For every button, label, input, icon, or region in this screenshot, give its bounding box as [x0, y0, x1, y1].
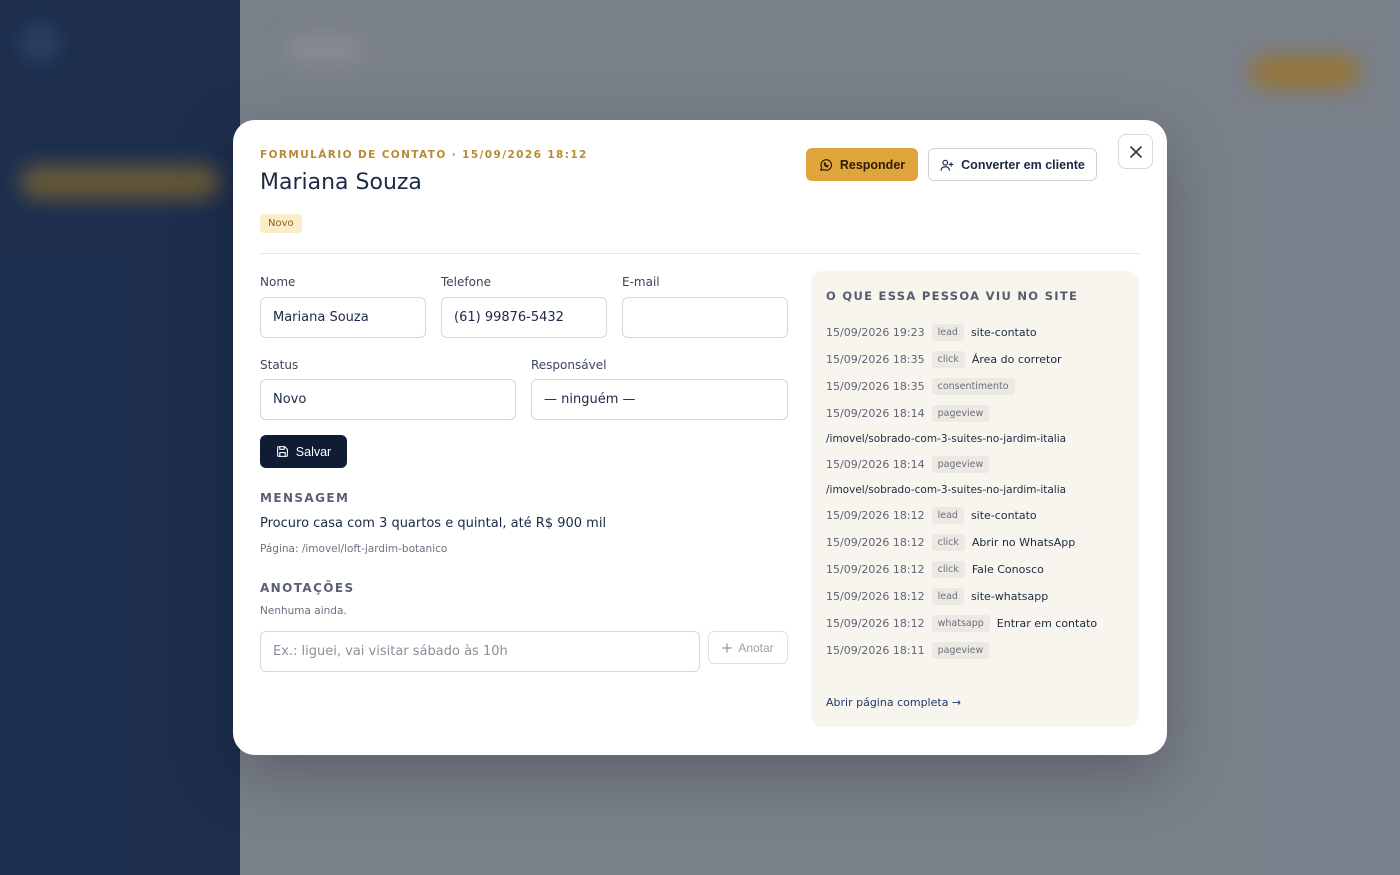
activity-tag: lead — [931, 324, 964, 341]
activity-row: 15/09/2026 18:12 click Fale Conosco — [826, 556, 1136, 583]
activity-label: Entrar em contato — [996, 617, 1098, 630]
activity-label: Área do corretor — [971, 353, 1062, 366]
activity-row: 15/09/2026 18:14 pageview — [826, 451, 1136, 478]
activity-row: 15/09/2026 18:35 consentimento — [826, 373, 1136, 400]
add-note-button[interactable]: Anotar — [708, 631, 788, 664]
modal-title: Mariana Souza — [260, 170, 422, 195]
lead-detail-modal: FORMULÁRIO DE CONTATO · 15/09/2026 18:12… — [233, 120, 1167, 755]
activity-row: 15/09/2026 18:14 pageview — [826, 400, 1136, 427]
activity-time: 15/09/2026 18:12 — [826, 590, 925, 603]
activity-tag: click — [931, 561, 965, 578]
phone-input[interactable] — [454, 310, 594, 325]
activity-row: 15/09/2026 18:12 lead site-whatsapp — [826, 583, 1136, 610]
activity-row: 15/09/2026 18:11 pageview — [826, 637, 1136, 664]
message-heading: MENSAGEM — [260, 491, 350, 505]
activity-row: 15/09/2026 18:12 click Abrir no WhatsApp — [826, 529, 1136, 556]
activity-tag: pageview — [931, 456, 990, 473]
activity-row: 15/09/2026 18:35 click Área do corretor — [826, 346, 1136, 373]
close-modal-button[interactable] — [1118, 134, 1153, 169]
owner-select[interactable]: — ninguém — — [531, 379, 788, 420]
name-label: Nome — [260, 275, 296, 289]
notes-heading: ANOTAÇÕES — [260, 581, 355, 595]
activity-tag: consentimento — [931, 378, 1015, 395]
activity-label: site-contato — [970, 326, 1037, 339]
reply-label: Responder — [839, 157, 906, 172]
activity-time: 15/09/2026 18:12 — [826, 617, 925, 630]
email-label: E-mail — [622, 275, 660, 289]
notes-empty: Nenhuma ainda. — [260, 605, 347, 617]
add-note-label: Anotar — [738, 640, 774, 655]
activity-path: /imovel/sobrado-com-3-suites-no-jardim-i… — [826, 484, 1067, 496]
whatsapp-icon — [819, 158, 833, 172]
activity-label: Abrir no WhatsApp — [971, 536, 1076, 549]
status-select-value: Novo — [273, 392, 307, 407]
status-badge: Novo — [260, 214, 302, 233]
phone-field[interactable] — [441, 297, 607, 338]
status-label: Status — [260, 358, 299, 372]
activity-time: 15/09/2026 19:23 — [826, 326, 925, 339]
email-field[interactable] — [622, 297, 788, 338]
site-activity-panel: O QUE ESSA PESSOA VIU NO SITE 15/09/2026… — [811, 271, 1139, 727]
activity-tag: pageview — [931, 642, 990, 659]
close-icon — [1129, 145, 1142, 158]
status-select[interactable]: Novo — [260, 379, 516, 420]
activity-tag: click — [931, 351, 965, 368]
reply-whatsapp-button[interactable]: Responder — [806, 148, 918, 181]
activity-label: Fale Conosco — [971, 563, 1044, 576]
convert-label: Converter em cliente — [961, 157, 1085, 172]
save-label: Salvar — [295, 444, 332, 459]
name-field[interactable] — [260, 297, 426, 338]
name-input[interactable] — [273, 310, 413, 325]
activity-time: 15/09/2026 18:12 — [826, 509, 925, 522]
message-page: Página: /imovel/loft-jardim-botanico — [260, 543, 448, 555]
activity-label: site-contato — [970, 509, 1037, 522]
activity-time: 15/09/2026 18:14 — [826, 458, 925, 471]
open-full-page-link[interactable]: Abrir página completa → — [826, 696, 961, 709]
activity-time: 15/09/2026 18:14 — [826, 407, 925, 420]
activity-time: 15/09/2026 18:12 — [826, 536, 925, 549]
activity-row: 15/09/2026 18:12 whatsapp Entrar em contat… — [826, 610, 1136, 637]
activity-time: 15/09/2026 18:35 — [826, 353, 925, 366]
email-input[interactable] — [635, 310, 775, 325]
activity-tag: click — [931, 534, 965, 551]
phone-label: Telefone — [441, 275, 491, 289]
save-button[interactable]: Salvar — [260, 435, 347, 468]
user-plus-icon — [940, 158, 954, 172]
plus-icon — [722, 642, 733, 653]
owner-select-value: — ninguém — — [544, 392, 636, 407]
activity-tag: pageview — [931, 405, 990, 422]
activity-tag: lead — [931, 507, 964, 524]
header-divider — [260, 253, 1140, 254]
message-text: Procuro casa com 3 quartos e quintal, at… — [260, 516, 607, 531]
note-input[interactable] — [273, 644, 687, 659]
owner-label: Responsável — [531, 358, 607, 372]
activity-row: 15/09/2026 19:23 lead site-contato — [826, 319, 1136, 346]
convert-to-client-button[interactable]: Converter em cliente — [928, 148, 1097, 181]
activity-tag: lead — [931, 588, 964, 605]
activity-tag: whatsapp — [931, 615, 990, 632]
activity-time: 15/09/2026 18:35 — [826, 380, 925, 393]
activity-list: 15/09/2026 19:23 lead site-contato 15/09/20… — [826, 319, 1136, 664]
note-field[interactable] — [260, 631, 700, 672]
activity-path: /imovel/sobrado-com-3-suites-no-jardim-i… — [826, 433, 1067, 445]
modal-eyebrow: FORMULÁRIO DE CONTATO · 15/09/2026 18:12 — [260, 149, 588, 161]
activity-heading: O QUE ESSA PESSOA VIU NO SITE — [826, 289, 1079, 303]
save-icon — [276, 445, 289, 458]
activity-time: 15/09/2026 18:12 — [826, 563, 925, 576]
activity-time: 15/09/2026 18:11 — [826, 644, 925, 657]
activity-label: site-whatsapp — [970, 590, 1049, 603]
activity-row: 15/09/2026 18:12 lead site-contato — [826, 502, 1136, 529]
